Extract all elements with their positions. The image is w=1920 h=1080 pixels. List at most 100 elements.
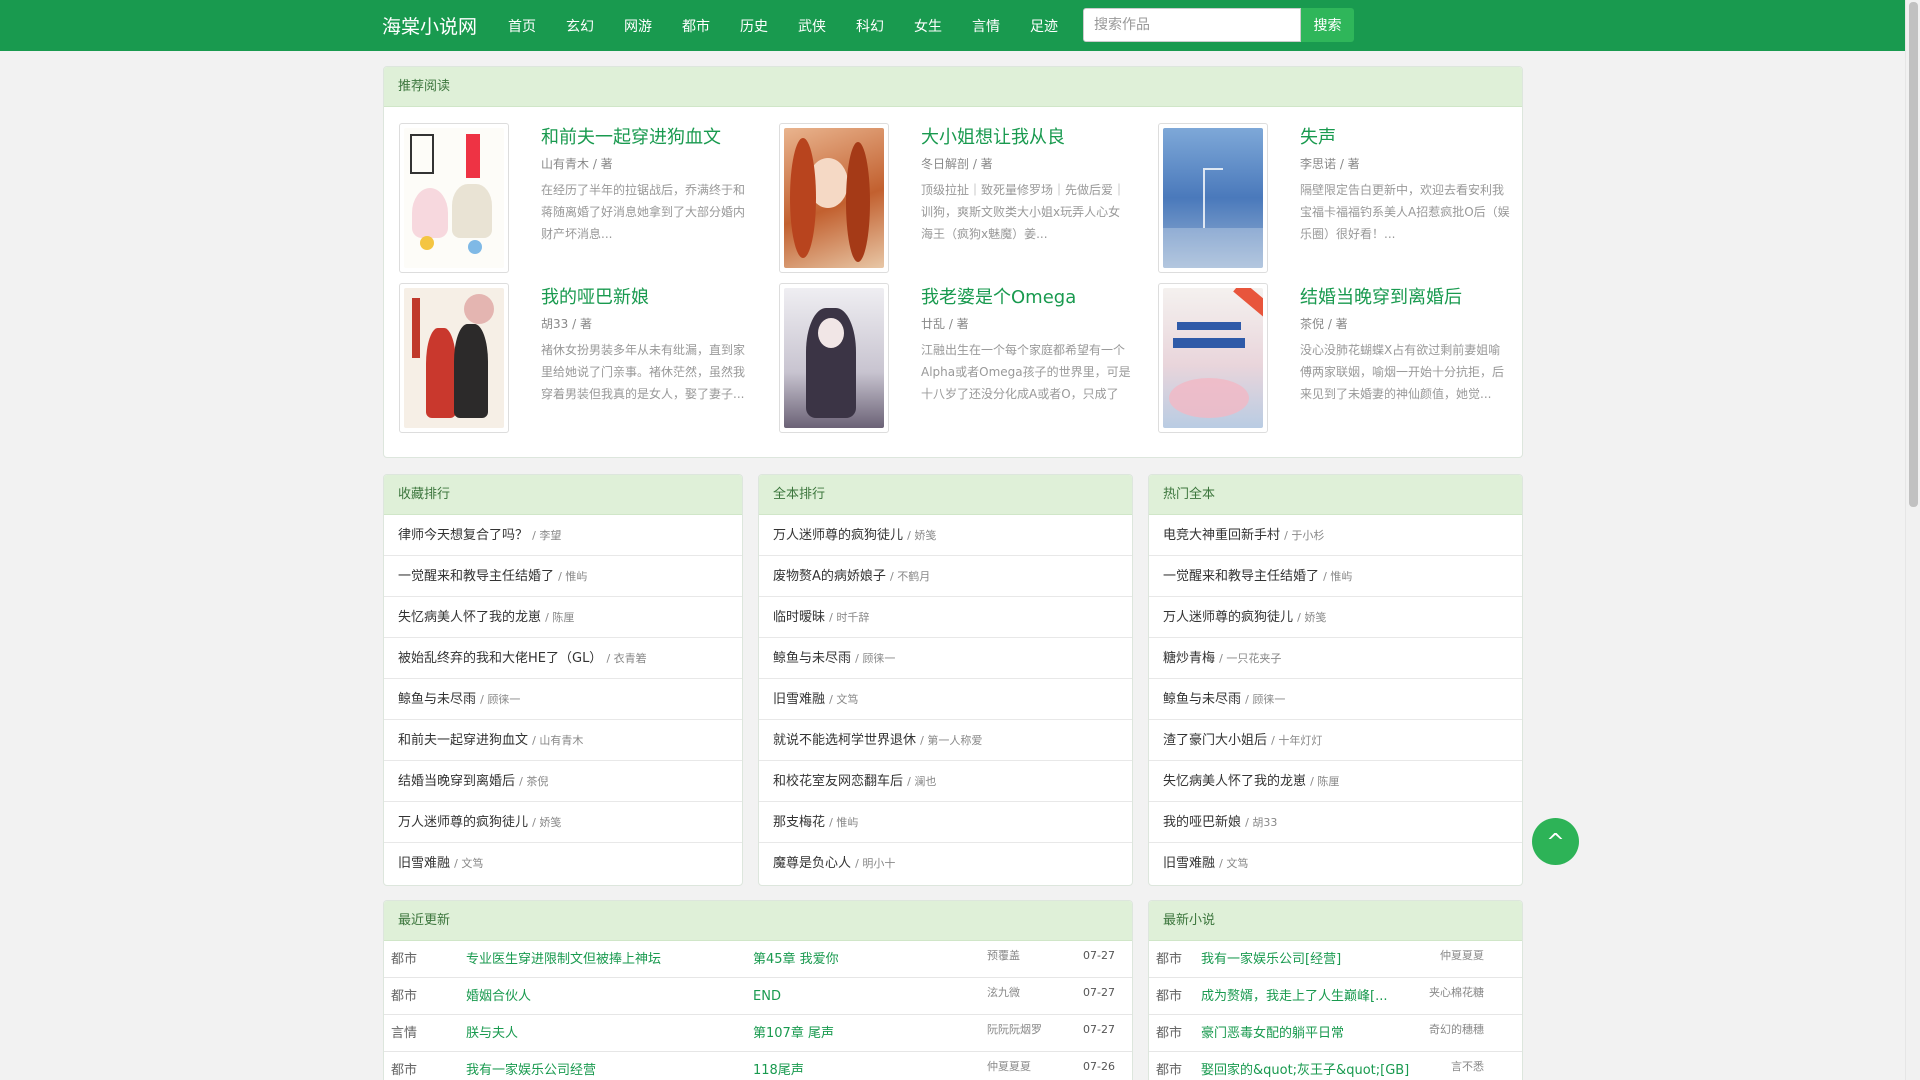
book-cover[interactable] [1158, 123, 1268, 273]
update-book-title[interactable]: 婚姻合伙人 [466, 978, 531, 1015]
book-cover[interactable] [399, 123, 509, 273]
update-chapter[interactable]: END [753, 978, 781, 1015]
new-novel-title[interactable]: 豪门恶毒女配的躺平日常 [1201, 1015, 1344, 1052]
rank-book-title[interactable]: 被始乱终弃的我和大佬HE了（GL） [398, 651, 602, 666]
rec-book-title[interactable]: 结婚当晚穿到离婚后 [1300, 283, 1462, 309]
rec-book-title[interactable]: 我的哑巴新娘 [541, 283, 649, 309]
list-item[interactable]: 旧雪难融 / 文笃 [1149, 843, 1522, 884]
rank-book-title[interactable]: 糖炒青梅 [1163, 651, 1215, 666]
rank-book-title[interactable]: 魔尊是负心人 [773, 856, 851, 871]
book-cover[interactable] [779, 123, 889, 273]
rank-book-title[interactable]: 电竞大神重回新手村 [1163, 528, 1280, 543]
list-item[interactable]: 一觉醒来和教导主任结婚了 / 惟屿 [1149, 556, 1522, 597]
search-button[interactable]: 搜索 [1301, 8, 1354, 42]
nav-link-history-trail[interactable]: 足迹 [1015, 16, 1073, 36]
rank-book-title[interactable]: 一觉醒来和教导主任结婚了 [1163, 569, 1319, 584]
update-chapter[interactable]: 第45章 我爱你 [753, 941, 839, 978]
list-item[interactable]: 我的哑巴新娘 / 胡33 [1149, 802, 1522, 843]
list-item[interactable]: 就说不能选柯学世界退休 / 第一人称爱 [759, 720, 1132, 761]
list-item[interactable]: 万人迷师尊的疯狗徒儿 / 娇笺 [384, 802, 742, 843]
list-item[interactable]: 电竞大神重回新手村 / 于小杉 [1149, 515, 1522, 556]
rank-book-title[interactable]: 临时暧昧 [773, 610, 825, 625]
nav-link-history[interactable]: 历史 [725, 16, 783, 36]
scrollbar-thumb[interactable] [1909, 2, 1918, 507]
rank-book-author: / 于小杉 [1284, 529, 1325, 542]
rank-book-title[interactable]: 那支梅花 [773, 815, 825, 830]
rank-book-title[interactable]: 旧雪难融 [398, 856, 450, 871]
rec-book-title[interactable]: 我老婆是个Omega [921, 283, 1076, 309]
list-item[interactable]: 渣了豪门大小姐后 / 十年灯灯 [1149, 720, 1522, 761]
list-item[interactable]: 魔尊是负心人 / 明小十 [759, 843, 1132, 884]
list-item[interactable]: 废物赘A的病娇娘子 / 不鹤月 [759, 556, 1132, 597]
rec-book: 失声 李思诺 / 著 隔壁限定告白更新中，欢迎去看安利我宝福卡福福钓系美人A招惹… [1158, 123, 1522, 273]
rank-book-title[interactable]: 失忆病美人怀了我的龙崽 [398, 610, 541, 625]
nav-link-fantasy[interactable]: 玄幻 [551, 16, 609, 36]
update-book-title[interactable]: 专业医生穿进限制文但被捧上神坛 [466, 941, 661, 978]
new-novel-title[interactable]: 成为赘婿，我走上了人生巅峰[... [1201, 978, 1387, 1015]
list-item[interactable]: 万人迷师尊的疯狗徒儿 / 娇笺 [759, 515, 1132, 556]
rank-book-title[interactable]: 渣了豪门大小姐后 [1163, 733, 1267, 748]
list-item[interactable]: 万人迷师尊的疯狗徒儿 / 娇笺 [1149, 597, 1522, 638]
rank-book-title[interactable]: 鲸鱼与未尽雨 [398, 692, 476, 707]
nav-link-scifi[interactable]: 科幻 [841, 16, 899, 36]
list-item[interactable]: 鲸鱼与未尽雨 / 顾徕一 [759, 638, 1132, 679]
list-item[interactable]: 那支梅花 / 惟屿 [759, 802, 1132, 843]
book-cover[interactable] [1158, 283, 1268, 433]
rank-book-title[interactable]: 废物赘A的病娇娘子 [773, 569, 886, 584]
list-item[interactable]: 糖炒青梅 / 一只花夹子 [1149, 638, 1522, 679]
rank-book-title[interactable]: 旧雪难融 [1163, 856, 1215, 871]
list-item[interactable]: 和校花室友网恋翻车后 / 澜也 [759, 761, 1132, 802]
rec-book-title[interactable]: 大小姐想让我从良 [921, 123, 1065, 149]
search-input[interactable] [1083, 8, 1301, 42]
book-cover[interactable] [779, 283, 889, 433]
full-rank-panel: 全本排行 万人迷师尊的疯狗徒儿 / 娇笺 废物赘A的病娇娘子 / 不鹤月 临时暧… [758, 474, 1133, 886]
page-scrollbar[interactable] [1905, 0, 1920, 1080]
list-item[interactable]: 旧雪难融 / 文笃 [384, 843, 742, 884]
rank-book-title[interactable]: 失忆病美人怀了我的龙崽 [1163, 774, 1306, 789]
rank-book-title[interactable]: 就说不能选柯学世界退休 [773, 733, 916, 748]
update-chapter[interactable]: 第107章 尾声 [753, 1015, 834, 1052]
list-item[interactable]: 鲸鱼与未尽雨 / 顾徕一 [1149, 679, 1522, 720]
rank-book-title[interactable]: 律师今天想复合了吗？ [398, 528, 528, 543]
list-item[interactable]: 和前夫一起穿进狗血文 / 山有青木 [384, 720, 742, 761]
list-item[interactable]: 旧雪难融 / 文笃 [759, 679, 1132, 720]
rank-book-title[interactable]: 和校花室友网恋翻车后 [773, 774, 903, 789]
nav-link-female[interactable]: 女生 [899, 16, 957, 36]
update-book-title[interactable]: 朕与夫人 [466, 1015, 518, 1052]
nav-link-online-game[interactable]: 网游 [609, 16, 667, 36]
rank-book-title[interactable]: 旧雪难融 [773, 692, 825, 707]
list-item[interactable]: 结婚当晚穿到离婚后 / 茶倪 [384, 761, 742, 802]
rank-book-title[interactable]: 我的哑巴新娘 [1163, 815, 1241, 830]
nav-link-home[interactable]: 首页 [493, 16, 551, 36]
rank-book-author: / 顾徕一 [480, 693, 521, 706]
list-item[interactable]: 失忆病美人怀了我的龙崽 / 陈厘 [1149, 761, 1522, 802]
site-brand[interactable]: 海棠小说网 [382, 12, 477, 39]
rank-book-title[interactable]: 结婚当晚穿到离婚后 [398, 774, 515, 789]
rank-book-title[interactable]: 和前夫一起穿进狗血文 [398, 733, 528, 748]
back-to-top-button[interactable]: ^ [1532, 818, 1579, 865]
rank-book-title[interactable]: 万人迷师尊的疯狗徒儿 [1163, 610, 1293, 625]
rec-book-title[interactable]: 失声 [1300, 123, 1336, 149]
rank-book-title[interactable]: 万人迷师尊的疯狗徒儿 [773, 528, 903, 543]
rec-book-title[interactable]: 和前夫一起穿进狗血文 [541, 123, 721, 149]
rank-book-title[interactable]: 万人迷师尊的疯狗徒儿 [398, 815, 528, 830]
book-cover[interactable] [399, 283, 509, 433]
list-item[interactable]: 临时暧昧 / 时千辞 [759, 597, 1132, 638]
nav-link-urban[interactable]: 都市 [667, 16, 725, 36]
list-item[interactable]: 被始乱终弃的我和大佬HE了（GL） / 衣青箬 [384, 638, 742, 679]
nav-link-wuxia[interactable]: 武侠 [783, 16, 841, 36]
new-novel-title[interactable]: 我有一家娱乐公司[经营] [1201, 941, 1341, 978]
rank-book-title[interactable]: 一觉醒来和教导主任结婚了 [398, 569, 554, 584]
new-novel-title[interactable]: 娶回家的&quot;灰王子&quot;[GB] [1201, 1052, 1409, 1080]
rank-book-title[interactable]: 鲸鱼与未尽雨 [773, 651, 851, 666]
rank-book-title[interactable]: 鲸鱼与未尽雨 [1163, 692, 1241, 707]
rank-book-author: / 不鹤月 [890, 570, 931, 583]
update-chapter[interactable]: 118尾声 [753, 1052, 804, 1080]
list-item[interactable]: 失忆病美人怀了我的龙崽 / 陈厘 [384, 597, 742, 638]
update-date: 07-26 [1083, 1060, 1115, 1073]
nav-link-romance[interactable]: 言情 [957, 16, 1015, 36]
list-item[interactable]: 鲸鱼与未尽雨 / 顾徕一 [384, 679, 742, 720]
update-book-title[interactable]: 我有一家娱乐公司经营 [466, 1052, 596, 1080]
list-item[interactable]: 律师今天想复合了吗？ / 李望 [384, 515, 742, 556]
list-item[interactable]: 一觉醒来和教导主任结婚了 / 惟屿 [384, 556, 742, 597]
